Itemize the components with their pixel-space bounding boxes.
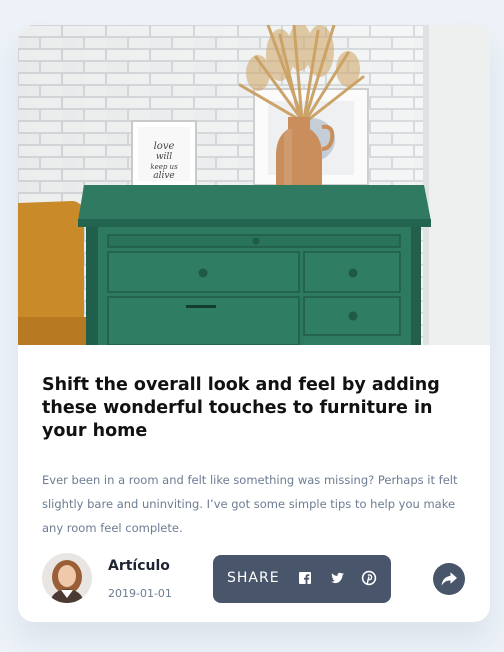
article-title: Shift the overall look and feel by addin… — [42, 375, 440, 441]
svg-text:keep us: keep us — [150, 163, 178, 171]
svg-text:love: love — [154, 141, 175, 152]
share-label: SHARE — [227, 570, 280, 586]
share-button[interactable] — [433, 563, 465, 595]
svg-text:will: will — [156, 152, 172, 162]
author-name: Artículo — [108, 558, 170, 574]
hero-image: love will keep us alive — [18, 25, 490, 345]
facebook-icon[interactable] — [297, 570, 313, 586]
pinterest-icon[interactable] — [361, 570, 377, 586]
article-description: Ever been in a room and felt like someth… — [42, 473, 458, 535]
article-card: love will keep us alive Shift the overal… — [18, 25, 490, 622]
publish-date: 2019-01-01 — [108, 587, 172, 600]
avatar — [42, 553, 92, 603]
twitter-icon[interactable] — [329, 570, 345, 586]
share-panel: SHARE — [213, 555, 391, 603]
svg-text:alive: alive — [153, 171, 175, 181]
share-arrow-icon — [441, 572, 457, 586]
